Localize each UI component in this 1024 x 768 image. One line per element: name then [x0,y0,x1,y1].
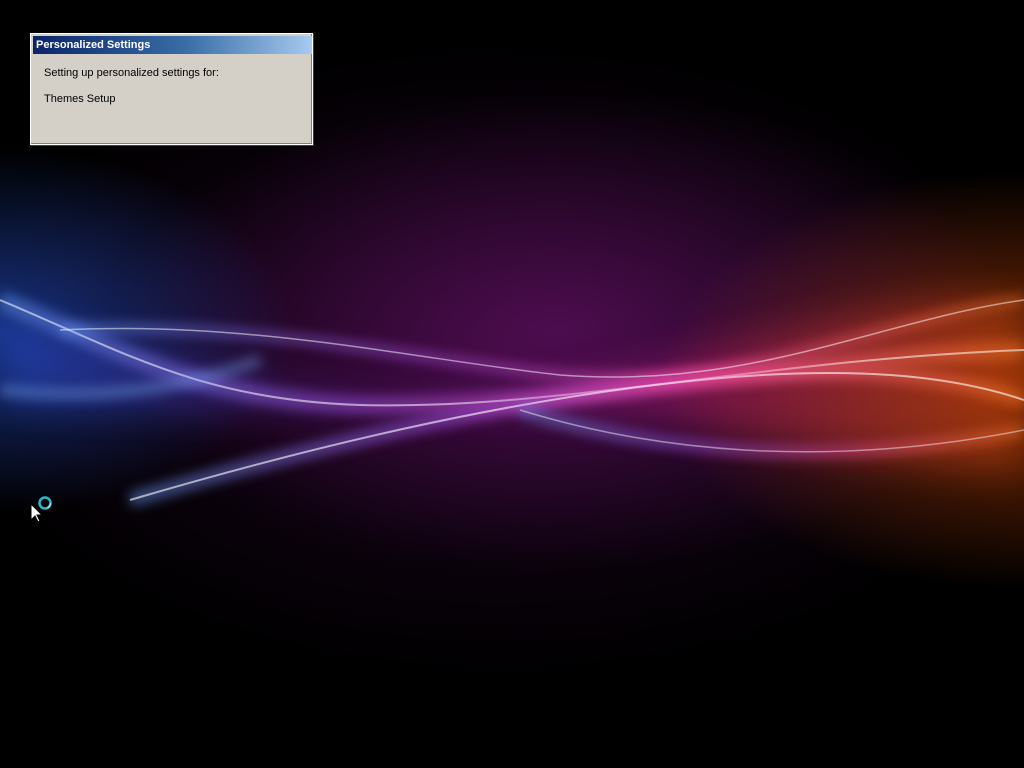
busy-pointer-icon [30,496,52,523]
personalized-settings-dialog: Personalized Settings Setting up persona… [30,33,313,145]
dialog-titlebar: Personalized Settings [33,36,312,54]
status-message: Setting up personalized settings for: [44,67,219,79]
current-component-name: Themes Setup [44,93,116,105]
desktop-wallpaper: Personalized Settings Setting up persona… [0,0,1024,768]
dialog-title: Personalized Settings [36,39,151,51]
